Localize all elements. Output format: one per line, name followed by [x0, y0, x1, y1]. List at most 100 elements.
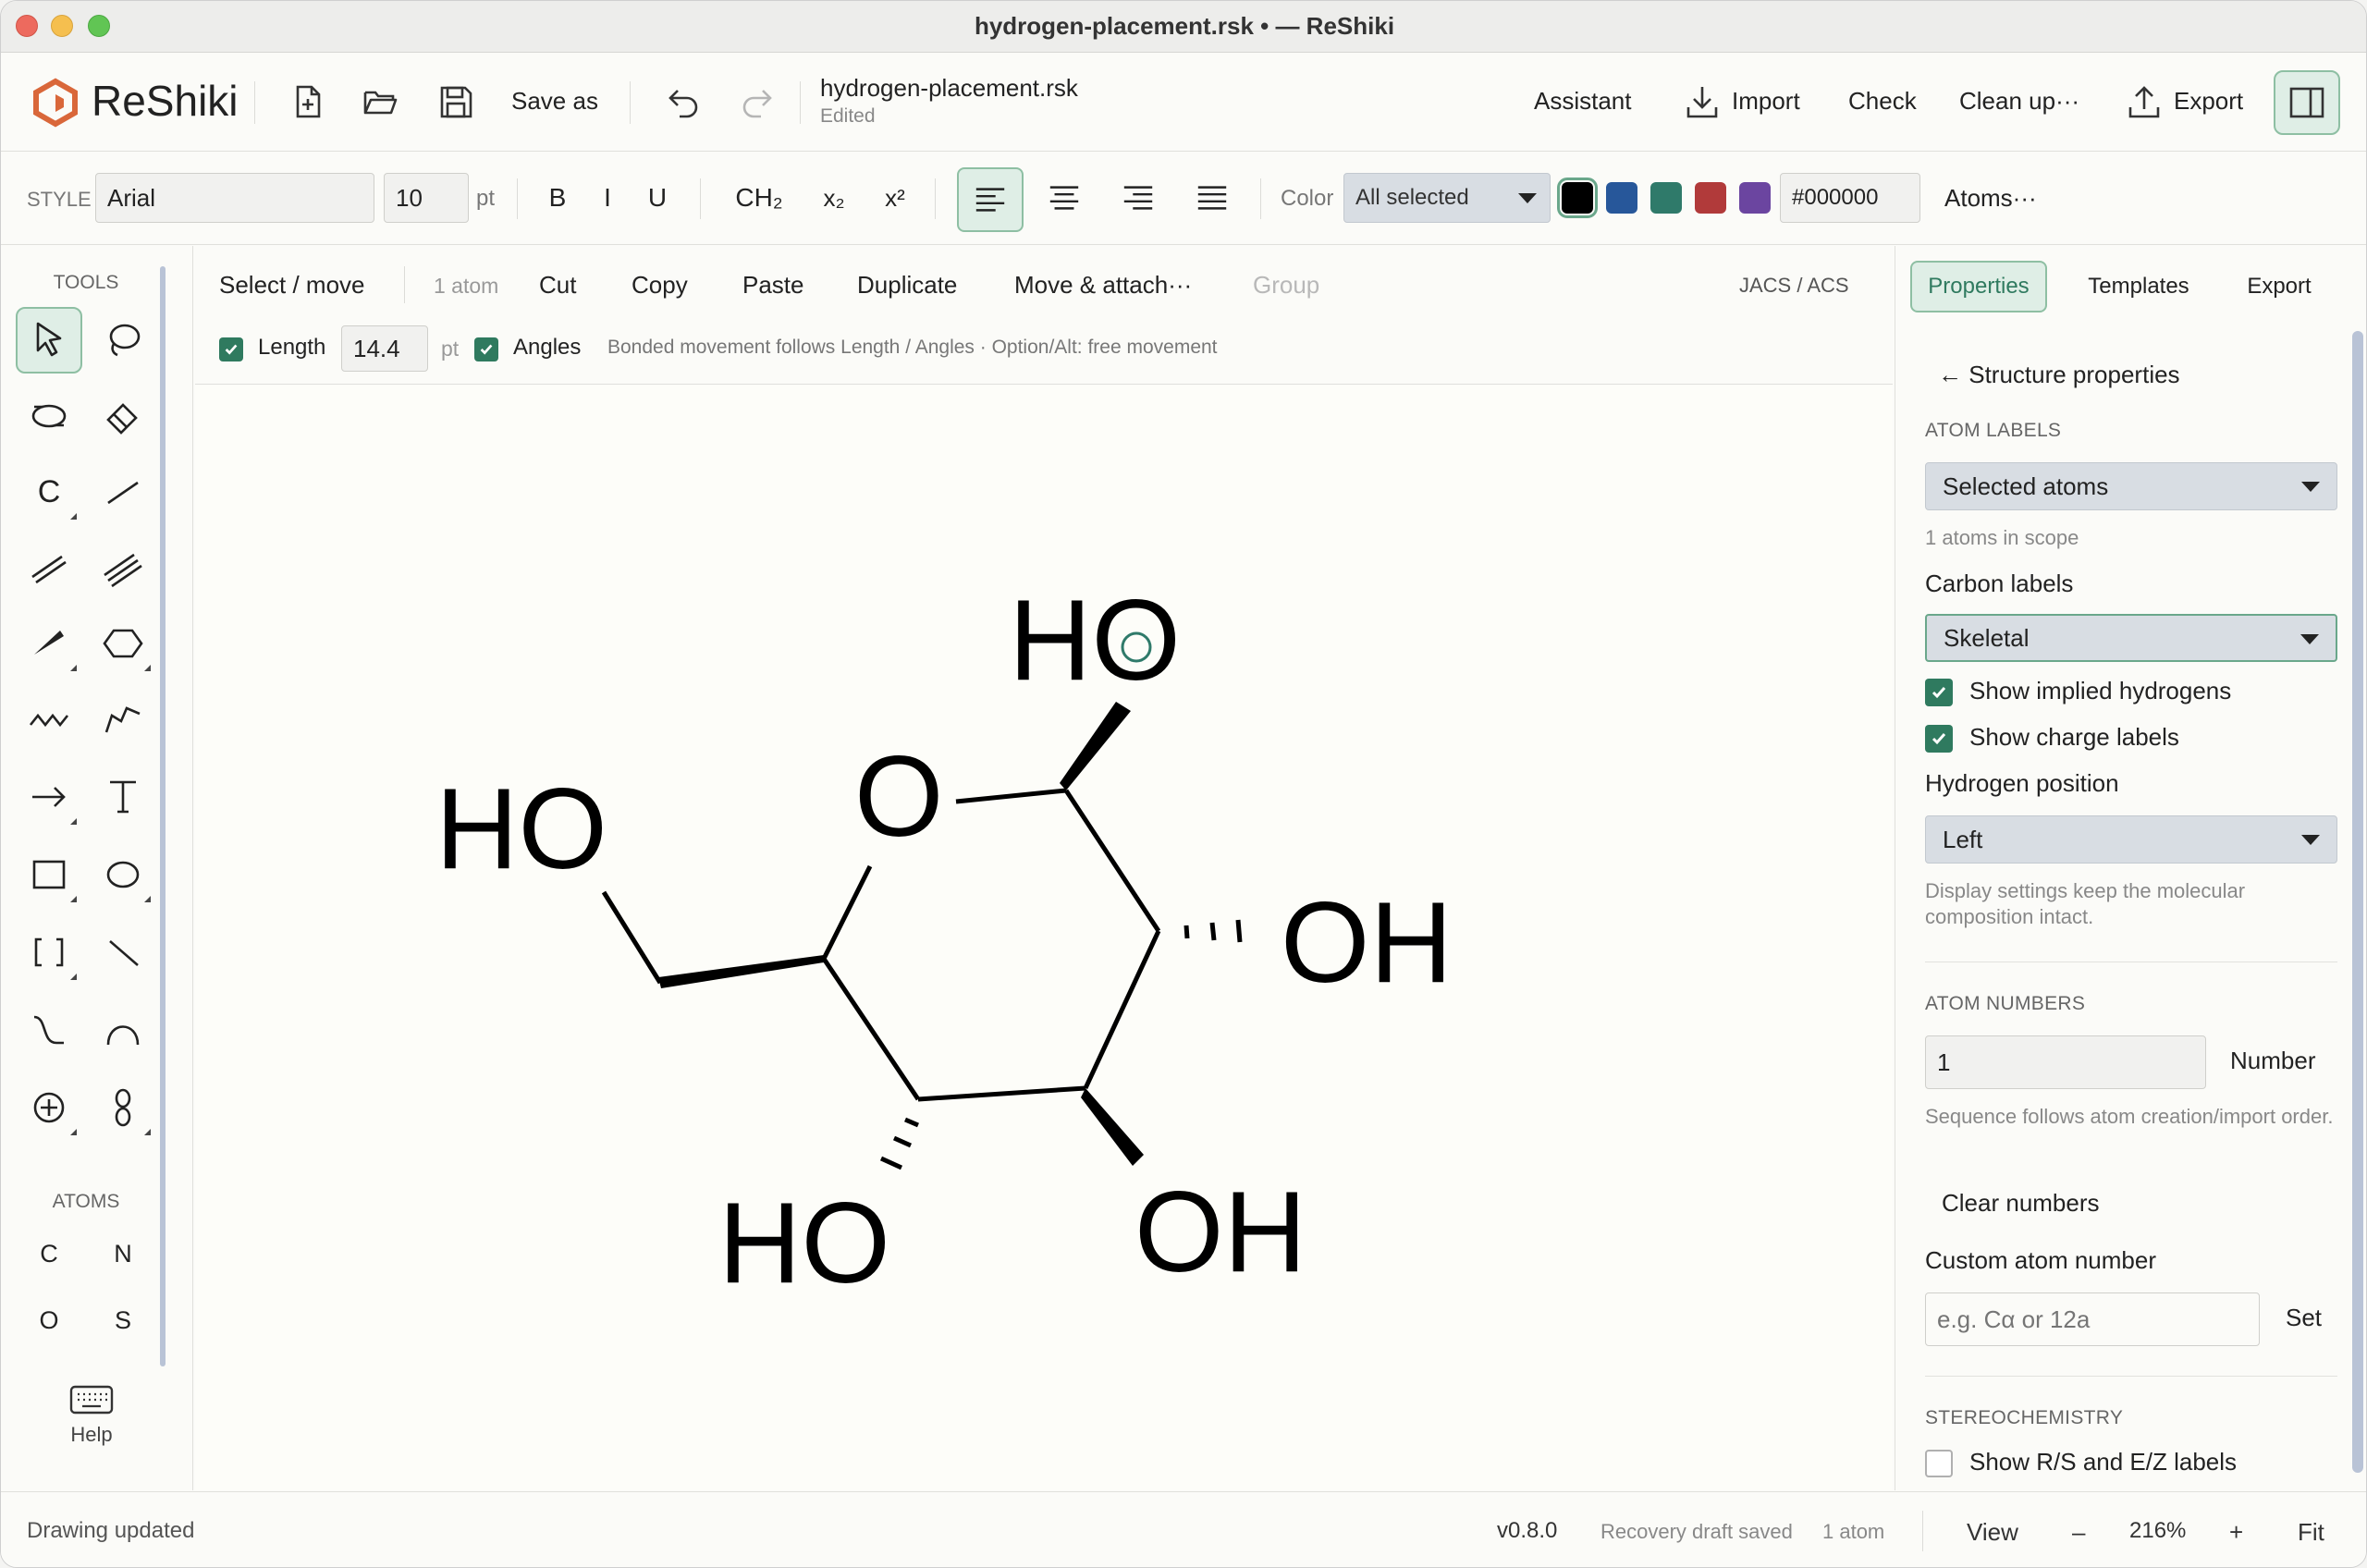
set-button[interactable]: Set — [2286, 1304, 2322, 1332]
ring-oxygen-label[interactable]: O — [854, 733, 943, 861]
color-swatch[interactable] — [1695, 182, 1726, 214]
clear-numbers-button[interactable]: Clear numbers — [1942, 1189, 2100, 1218]
chain-tool[interactable] — [16, 686, 82, 753]
new-document-button[interactable] — [284, 78, 332, 126]
select-tool[interactable] — [16, 307, 82, 374]
bond-length-input[interactable] — [341, 325, 428, 372]
import-button[interactable]: Import — [1732, 87, 1800, 116]
zoom-in-button[interactable]: + — [2229, 1518, 2243, 1547]
lasso-tool[interactable] — [90, 307, 156, 374]
bond-c5-o[interactable] — [821, 864, 873, 961]
hydrogen-position-select[interactable]: Left — [1925, 815, 2337, 864]
carbon-atom-tool[interactable]: C — [16, 459, 82, 525]
eraser-tool[interactable] — [90, 383, 156, 449]
select-move-menu[interactable]: Select / move — [219, 271, 365, 300]
custom-atom-number-input[interactable] — [1925, 1292, 2260, 1346]
undo-button[interactable] — [659, 78, 707, 126]
text-tool[interactable] — [90, 764, 156, 830]
save-as-button[interactable]: Save as — [511, 87, 598, 116]
angles-checkbox[interactable] — [474, 337, 498, 361]
line-tool[interactable] — [90, 919, 156, 986]
color-scope-select[interactable]: All selected — [1343, 173, 1551, 223]
import-icon-button[interactable] — [1678, 78, 1726, 126]
italic-button[interactable]: I — [591, 173, 624, 223]
hashed-bond-c4-ho[interactable] — [879, 1117, 919, 1170]
cut-button[interactable]: Cut — [539, 271, 576, 300]
hashed-bond-c2-oh[interactable] — [1184, 919, 1243, 943]
carbon-labels-select[interactable]: Skeletal — [1925, 614, 2337, 662]
check-button[interactable]: Check — [1848, 87, 1917, 116]
color-swatch[interactable] — [1739, 182, 1771, 214]
hex-color-input[interactable] — [1780, 173, 1920, 223]
hydroxyl-c2-label[interactable]: OH — [1281, 879, 1453, 1007]
fit-button[interactable]: Fit — [2298, 1518, 2324, 1547]
view-menu-button[interactable]: View — [1967, 1518, 2018, 1547]
underline-button[interactable]: U — [639, 173, 676, 223]
atom-number-input[interactable] — [1925, 1035, 2206, 1089]
properties-scrollbar[interactable] — [2352, 331, 2363, 1473]
tools-scrollbar[interactable] — [160, 266, 166, 1366]
font-size-input[interactable] — [384, 173, 469, 223]
wedge-bond-c1-oh[interactable] — [1060, 702, 1131, 790]
bold-button[interactable]: B — [539, 173, 576, 223]
duplicate-button[interactable]: Duplicate — [857, 271, 957, 300]
show-rs-ez-checkbox[interactable] — [1925, 1450, 1953, 1477]
ellipse-tool[interactable] — [90, 841, 156, 908]
copy-button[interactable]: Copy — [632, 271, 688, 300]
redo-button[interactable] — [733, 78, 781, 126]
export-button[interactable]: Export — [2174, 87, 2243, 116]
tab-export[interactable]: Export — [2228, 261, 2330, 312]
bond-c4-c5[interactable] — [821, 957, 921, 1101]
justify-button[interactable] — [1190, 173, 1234, 223]
atom-key-o[interactable]: O — [21, 1294, 77, 1346]
show-charge-labels-checkbox[interactable] — [1925, 725, 1953, 753]
font-family-input[interactable] — [95, 173, 374, 223]
hydroxyl-c6-label[interactable]: HO — [435, 766, 607, 893]
atom-key-n[interactable]: N — [95, 1228, 151, 1280]
single-bond-tool[interactable] — [90, 459, 156, 525]
back-to-structure-properties[interactable]: ← Structure properties — [1938, 361, 2180, 389]
align-right-button[interactable] — [1116, 173, 1160, 223]
clean-up-button[interactable]: Clean up··· — [1959, 87, 2079, 116]
tab-templates[interactable]: Templates — [2060, 261, 2217, 312]
arc-tool[interactable] — [90, 997, 156, 1063]
ch2-format-button[interactable]: CH₂ — [724, 173, 794, 223]
hydroxyl-c1-label[interactable]: HO — [1009, 577, 1181, 704]
molecule-structure[interactable]: O HO HO OH OH HO — [195, 386, 1893, 1490]
align-center-button[interactable] — [1042, 173, 1086, 223]
double-bond-tool[interactable] — [16, 534, 82, 601]
group-button[interactable]: Group — [1253, 271, 1319, 300]
toggle-side-panel-button[interactable] — [2274, 70, 2340, 135]
length-checkbox[interactable] — [219, 337, 243, 361]
save-button[interactable] — [432, 78, 480, 126]
bond-c3-c4[interactable] — [917, 1085, 1086, 1102]
tab-properties[interactable]: Properties — [1910, 261, 2047, 312]
export-icon-button[interactable] — [2120, 78, 2168, 126]
color-swatch[interactable] — [1650, 182, 1682, 214]
help-button[interactable]: Help — [56, 1385, 127, 1447]
hydroxyl-c3-label[interactable]: OH — [1134, 1169, 1306, 1296]
assistant-button[interactable]: Assistant — [1534, 87, 1632, 116]
show-implied-hydrogens-checkbox[interactable] — [1925, 679, 1953, 706]
zoom-out-button[interactable]: – — [2072, 1518, 2085, 1547]
color-swatch[interactable] — [1557, 178, 1598, 218]
atoms-menu-button[interactable]: Atoms··· — [1944, 184, 2037, 213]
rectangle-tool[interactable] — [16, 841, 82, 908]
superscript-button[interactable]: x² — [872, 173, 918, 223]
orbital-tool[interactable] — [90, 1074, 156, 1141]
paste-button[interactable]: Paste — [742, 271, 804, 300]
move-attach-menu[interactable]: Move & attach··· — [1014, 271, 1192, 300]
bond-c6-o6[interactable] — [601, 890, 663, 985]
wedge-bond-tool[interactable] — [16, 610, 82, 677]
bracket-tool[interactable] — [16, 919, 82, 986]
number-button[interactable]: Number — [2230, 1047, 2315, 1075]
wedge-bond-c5-c6[interactable] — [658, 955, 824, 988]
style-preset-label[interactable]: JACS / ACS — [1739, 274, 1849, 298]
hydroxyl-c4-label[interactable]: HO — [718, 1180, 890, 1307]
arrow-tool[interactable] — [16, 764, 82, 830]
wedge-bond-c3-oh[interactable] — [1081, 1088, 1144, 1166]
bond-o-c1[interactable] — [955, 788, 1067, 804]
charge-tool[interactable] — [16, 1074, 82, 1141]
label-scope-select[interactable]: Selected atoms — [1925, 462, 2337, 510]
subscript-button[interactable]: x₂ — [811, 173, 857, 223]
